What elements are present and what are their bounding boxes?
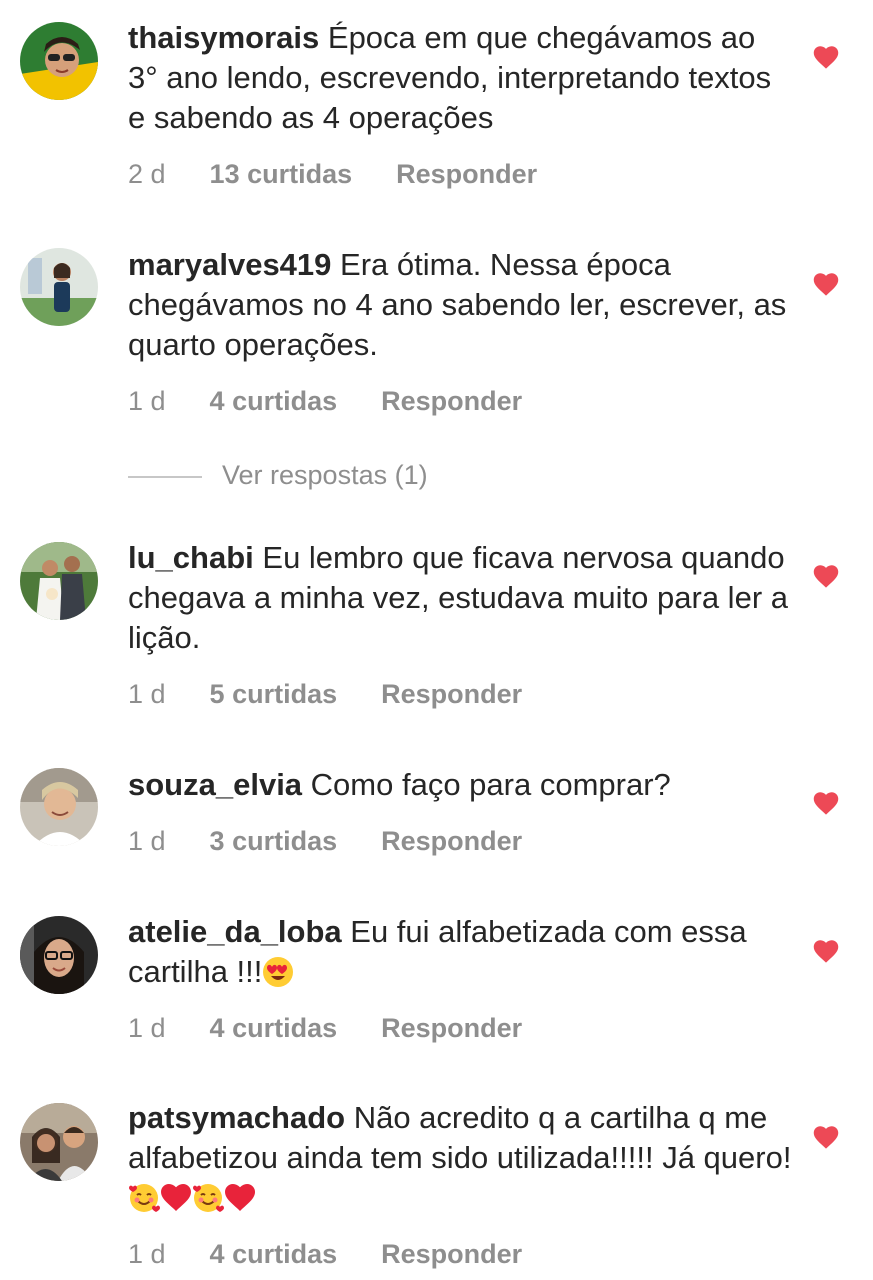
heart-eyes-emoji [263, 957, 294, 987]
avatar-photo [20, 22, 98, 100]
comment-meta: 1 d 3 curtidas Responder [128, 821, 793, 861]
smiling-face-with-hearts-emoji [193, 1184, 224, 1212]
comment-likes[interactable]: 3 curtidas [210, 821, 338, 861]
comment-time: 1 d [128, 1013, 166, 1043]
comment-time: 2 d [128, 159, 166, 189]
view-replies-label[interactable]: Ver respostas (1) [222, 460, 428, 490]
comment-text: maryalves419 Era ótima. Nessa época cheg… [128, 245, 793, 365]
red-heart-emoji [161, 1184, 191, 1211]
like-heart-icon[interactable] [812, 938, 840, 964]
comment-text: souza_elvia Como faço para comprar? [128, 765, 793, 805]
avatar-photo [20, 542, 98, 620]
comment-meta: 1 d 4 curtidas Responder [128, 381, 793, 421]
comment-likes[interactable]: 5 curtidas [210, 674, 338, 714]
avatar-photo [20, 916, 98, 994]
comment-username[interactable]: maryalves419 [128, 247, 331, 282]
view-replies-link[interactable]: Ver respostas (1) [128, 455, 428, 495]
comment-likes[interactable]: 4 curtidas [210, 381, 338, 421]
avatar[interactable] [20, 542, 98, 620]
reply-button[interactable]: Responder [381, 674, 522, 714]
avatar[interactable] [20, 1103, 98, 1181]
like-heart-icon[interactable] [812, 1124, 840, 1150]
red-heart-emoji [225, 1184, 255, 1211]
comment-text: lu_chabi Eu lembro que ficava nervosa qu… [128, 538, 793, 658]
comment-username[interactable]: lu_chabi [128, 540, 254, 575]
comment-username[interactable]: thaisymorais [128, 20, 319, 55]
replies-divider [128, 475, 202, 478]
avatar[interactable] [20, 22, 98, 100]
avatar-photo [20, 768, 98, 846]
like-heart-icon[interactable] [812, 563, 840, 589]
comment-time: 1 d [128, 679, 166, 709]
comment-meta: 1 d 4 curtidas Responder [128, 1008, 793, 1048]
reply-button[interactable]: Responder [381, 1008, 522, 1048]
smiling-face-with-hearts-emoji [129, 1184, 160, 1212]
comment-text: atelie_da_loba Eu fui alfabetizada com e… [128, 912, 793, 992]
comment-meta: 1 d 5 curtidas Responder [128, 674, 793, 714]
comment-time: 1 d [128, 1239, 166, 1269]
reply-button[interactable]: Responder [381, 821, 522, 861]
comment-username[interactable]: atelie_da_loba [128, 914, 342, 949]
comment-username[interactable]: patsymachado [128, 1100, 345, 1135]
avatar-photo [20, 1103, 98, 1181]
comment-text: thaisymorais Época em que chegávamos ao … [128, 18, 793, 138]
like-heart-icon[interactable] [812, 790, 840, 816]
reply-button[interactable]: Responder [381, 1234, 522, 1274]
comment-text: patsymachado Não acredito q a cartilha q… [128, 1098, 793, 1218]
comment-meta: 1 d 4 curtidas Responder [128, 1234, 793, 1274]
comment-body: Como faço para comprar? [310, 767, 671, 802]
avatar[interactable] [20, 916, 98, 994]
comment-likes[interactable]: 4 curtidas [210, 1008, 338, 1048]
reply-button[interactable]: Responder [396, 154, 537, 194]
avatar-photo [20, 248, 98, 326]
comment-likes[interactable]: 4 curtidas [210, 1234, 338, 1274]
like-heart-icon[interactable] [812, 271, 840, 297]
comment-username[interactable]: souza_elvia [128, 767, 302, 802]
comment-time: 1 d [128, 386, 166, 416]
like-heart-icon[interactable] [812, 44, 840, 70]
reply-button[interactable]: Responder [381, 381, 522, 421]
avatar[interactable] [20, 768, 98, 846]
comment-likes[interactable]: 13 curtidas [210, 154, 353, 194]
comment-time: 1 d [128, 826, 166, 856]
comment-meta: 2 d 13 curtidas Responder [128, 154, 793, 194]
avatar[interactable] [20, 248, 98, 326]
